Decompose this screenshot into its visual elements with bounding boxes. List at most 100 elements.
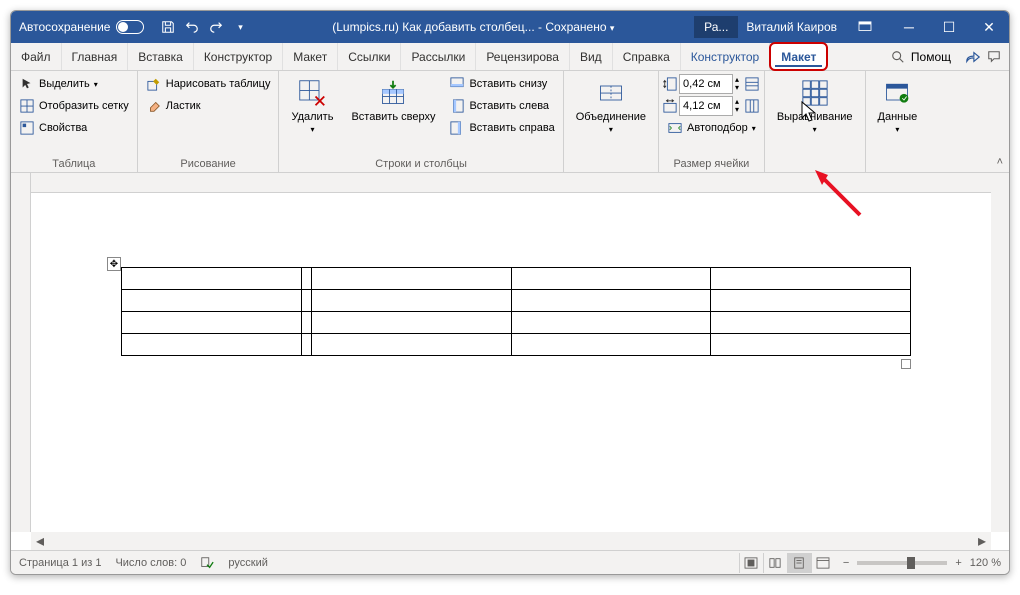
scrollbar-horizontal[interactable]: ◂ ▸ xyxy=(31,532,991,550)
page[interactable]: ✥ xyxy=(51,197,971,532)
autofit-icon xyxy=(667,120,683,136)
spinner-icon[interactable]: ▴▾ xyxy=(735,76,739,92)
autofit-button[interactable]: Автоподбор ▾ xyxy=(663,117,760,139)
autosave-section: Автосохранение xyxy=(11,20,152,34)
distribute-cols-icon[interactable] xyxy=(745,99,759,113)
col-width-input[interactable] xyxy=(679,96,733,116)
tab-mailings[interactable]: Рассылки xyxy=(401,43,476,70)
select-label: Выделить xyxy=(39,78,90,90)
window-controls: ─ ☐ ✕ xyxy=(889,11,1009,43)
undo-icon[interactable] xyxy=(182,17,202,37)
group-draw-label: Рисование xyxy=(142,156,275,172)
table-row xyxy=(122,334,911,356)
scrollbar-vertical[interactable] xyxy=(991,173,1009,532)
view-focus-icon[interactable] xyxy=(739,553,763,573)
row-height-input[interactable] xyxy=(679,74,733,94)
insert-below-button[interactable]: Вставить снизу xyxy=(445,73,558,95)
comments-icon[interactable] xyxy=(987,50,1001,64)
view-buttons xyxy=(739,553,835,573)
ruler-vertical[interactable] xyxy=(11,173,31,532)
group-rowscols: Удалить ▾ Вставить сверху Вставить снизу… xyxy=(279,71,563,172)
insert-left-label: Вставить слева xyxy=(469,100,549,112)
statusbar: Страница 1 из 1 Число слов: 0 русский − … xyxy=(11,550,1009,574)
alignment-button[interactable]: Выравнивание ▾ xyxy=(769,73,861,138)
tab-design[interactable]: Конструктор xyxy=(194,43,283,70)
title-right: Ра... Виталий Каиров xyxy=(690,11,889,43)
group-merge-label xyxy=(568,156,654,172)
view-web-icon[interactable] xyxy=(811,553,835,573)
tab-file[interactable]: Файл xyxy=(11,43,62,70)
view-read-icon[interactable] xyxy=(763,553,787,573)
save-icon[interactable] xyxy=(158,17,178,37)
saved-dropdown-icon[interactable]: ▾ xyxy=(610,23,615,33)
insert-right-button[interactable]: Вставить справа xyxy=(445,117,558,139)
collapse-ribbon-icon[interactable]: ˄ xyxy=(997,156,1003,168)
delete-button[interactable]: Удалить ▾ xyxy=(283,73,341,138)
table-row xyxy=(122,290,911,312)
col-width-icon xyxy=(663,99,677,113)
tab-review[interactable]: Рецензирова xyxy=(476,43,570,70)
insert-below-label: Вставить снизу xyxy=(469,78,547,90)
tab-table-design[interactable]: Конструктор xyxy=(681,43,770,70)
minimize-button[interactable]: ─ xyxy=(889,11,929,43)
tab-references[interactable]: Ссылки xyxy=(338,43,401,70)
spellcheck-icon[interactable] xyxy=(200,556,214,570)
insert-above-button[interactable]: Вставить сверху xyxy=(343,73,443,127)
page-indicator[interactable]: Страница 1 из 1 xyxy=(19,557,101,569)
ruler-horizontal[interactable] xyxy=(31,173,991,193)
ribbon-display-icon[interactable] xyxy=(845,11,885,43)
autosave-toggle[interactable] xyxy=(116,20,144,34)
properties-button[interactable]: Свойства xyxy=(15,117,133,139)
search-label[interactable]: Помощ xyxy=(911,50,951,64)
draw-table-button[interactable]: Нарисовать таблицу xyxy=(142,73,275,95)
group-cellsize: ▴▾ ▴▾ Автоподбор ▾ Раз xyxy=(659,71,765,172)
merge-cells-icon xyxy=(595,77,627,109)
qat-dropdown-icon[interactable]: ▾ xyxy=(230,17,250,37)
title-center: (Lumpics.ru) Как добавить столбец... - С… xyxy=(256,20,690,34)
share-icon[interactable] xyxy=(965,50,981,64)
table-row xyxy=(122,268,911,290)
view-print-icon[interactable] xyxy=(787,553,811,573)
saved-status[interactable]: Сохранено xyxy=(545,20,606,34)
zoom-in-button[interactable]: + xyxy=(955,557,961,569)
scroll-track[interactable] xyxy=(49,532,973,550)
insert-left-button[interactable]: Вставить слева xyxy=(445,95,558,117)
zoom-level[interactable]: 120 % xyxy=(970,557,1001,569)
group-table-label: Таблица xyxy=(15,156,133,172)
tab-table-layout[interactable]: Макет xyxy=(769,42,828,71)
tab-layout[interactable]: Макет xyxy=(283,43,338,70)
tab-view[interactable]: Вид xyxy=(570,43,613,70)
scroll-right-icon[interactable]: ▸ xyxy=(973,532,991,550)
zoom-slider[interactable] xyxy=(857,561,947,565)
doc-title: (Lumpics.ru) Как добавить столбец... xyxy=(332,20,534,34)
word-count[interactable]: Число слов: 0 xyxy=(115,557,186,569)
gridlines-button[interactable]: Отобразить сетку xyxy=(15,95,133,117)
redo-icon[interactable] xyxy=(206,17,226,37)
tab-insert[interactable]: Вставка xyxy=(128,43,194,70)
data-icon xyxy=(881,77,913,109)
table-row xyxy=(122,312,911,334)
scroll-left-icon[interactable]: ◂ xyxy=(31,532,49,550)
username[interactable]: Виталий Каиров xyxy=(746,20,837,34)
table-move-handle[interactable]: ✥ xyxy=(107,257,121,271)
maximize-button[interactable]: ☐ xyxy=(929,11,969,43)
language-indicator[interactable]: русский xyxy=(228,557,267,569)
ribbon: Выделить ▾ Отобразить сетку Свойства Таб… xyxy=(11,71,1009,173)
eraser-button[interactable]: Ластик xyxy=(142,95,275,117)
tab-help[interactable]: Справка xyxy=(613,43,681,70)
table-resize-handle[interactable] xyxy=(901,359,911,369)
autofit-label: Автоподбор xyxy=(687,122,748,134)
distribute-rows-icon[interactable] xyxy=(745,77,759,91)
select-button[interactable]: Выделить ▾ xyxy=(15,73,133,95)
document-table[interactable] xyxy=(121,267,911,356)
app-window: Автосохранение ▾ (Lumpics.ru) Как добави… xyxy=(10,10,1010,575)
tab-home[interactable]: Главная xyxy=(62,43,129,70)
insert-right-label: Вставить справа xyxy=(469,122,554,134)
zoom-out-button[interactable]: − xyxy=(843,557,849,569)
spinner-icon[interactable]: ▴▾ xyxy=(735,98,739,114)
search-icon[interactable] xyxy=(891,50,905,64)
close-button[interactable]: ✕ xyxy=(969,11,1009,43)
account-short[interactable]: Ра... xyxy=(694,16,738,38)
merge-button[interactable]: Объединение ▾ xyxy=(568,73,654,138)
data-button[interactable]: Данные ▾ xyxy=(870,73,926,138)
